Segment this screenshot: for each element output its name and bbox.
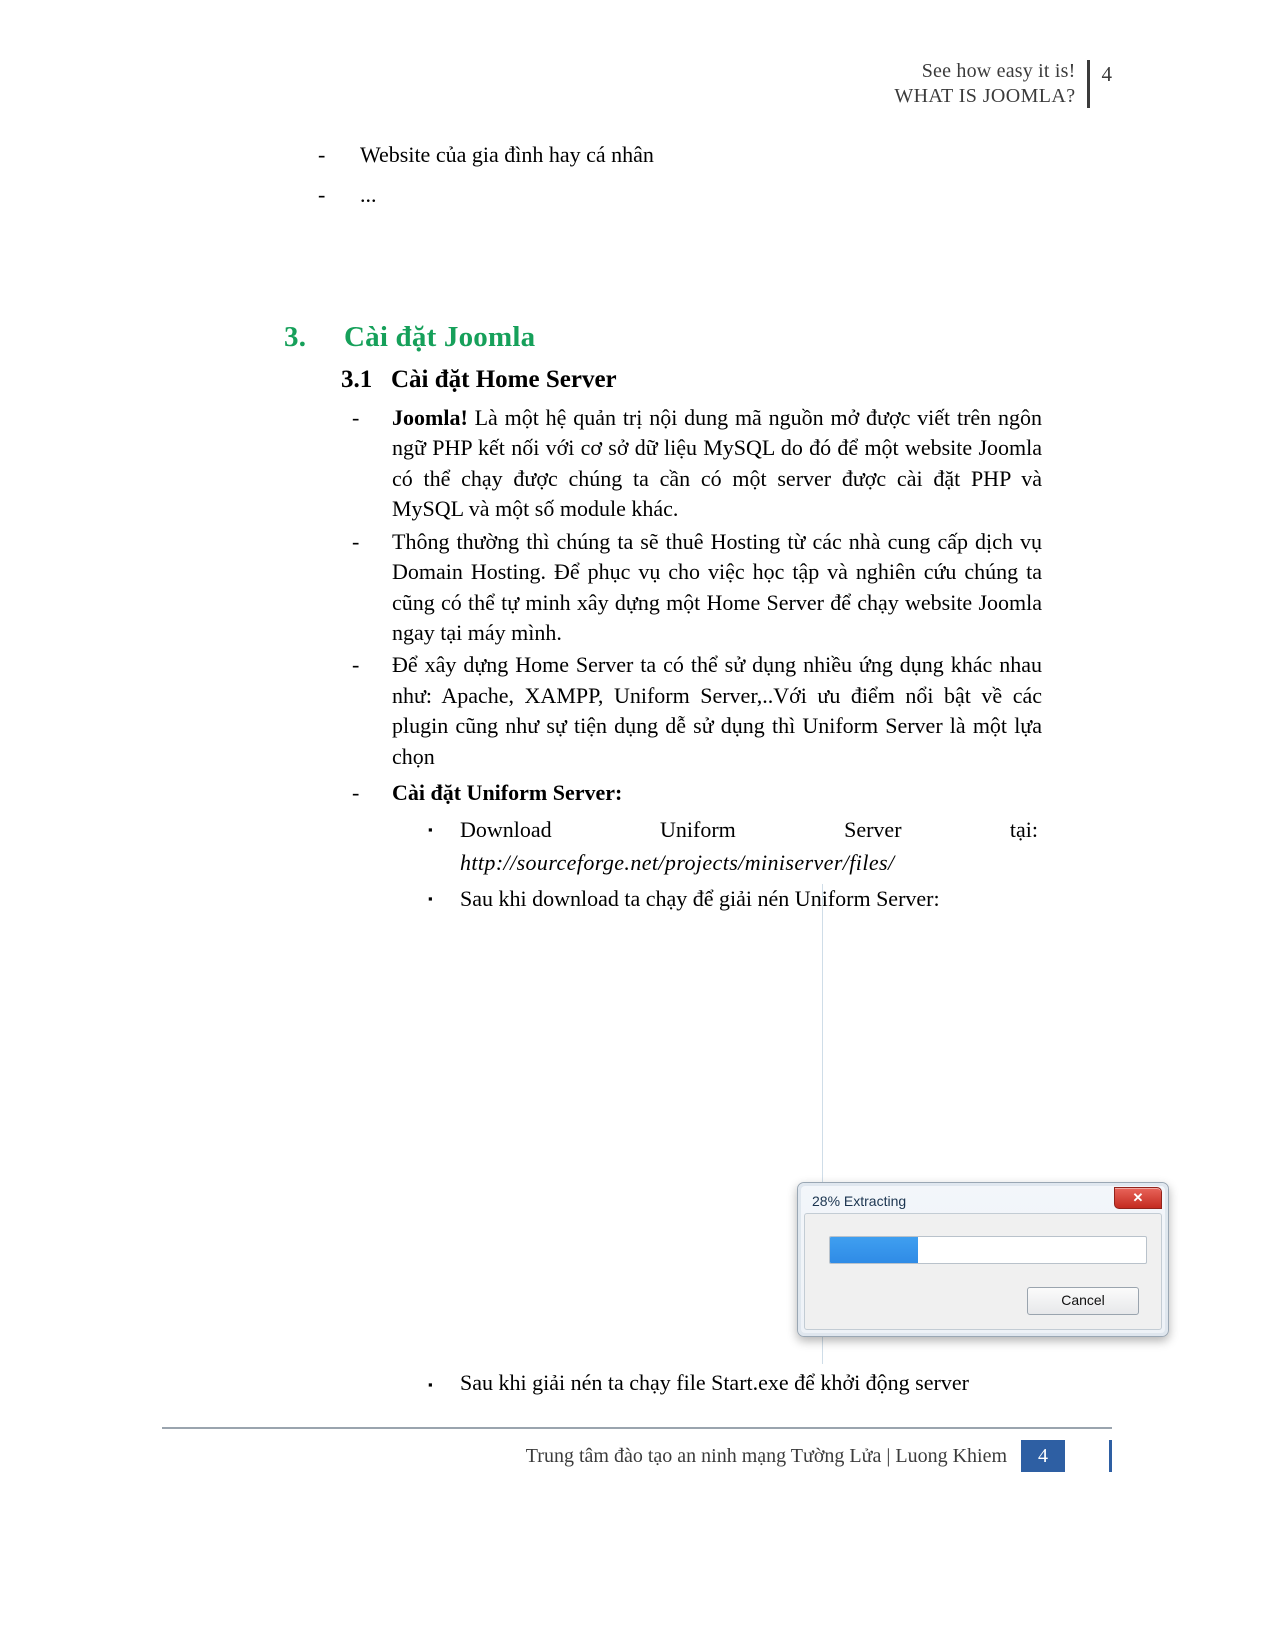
- list-item: ▪ Sau khi giải nén ta chạy file Start.ex…: [428, 1370, 1048, 1400]
- page-header: See how easy it is! WHAT IS JOOMLA? 4: [894, 60, 1113, 109]
- dash-marker: -: [352, 404, 360, 430]
- list-item-text: Sau khi giải nén ta chạy file Start.exe …: [460, 1370, 969, 1395]
- cancel-button[interactable]: Cancel: [1027, 1287, 1139, 1315]
- dash-marker: -: [352, 780, 360, 806]
- section-number: 3.: [284, 320, 307, 353]
- header-title: WHAT IS JOOMLA?: [894, 84, 1076, 107]
- footer-divider: [162, 1427, 1112, 1429]
- list-item-lead: Joomla!: [392, 404, 468, 430]
- header-page-number: 4: [1101, 62, 1113, 86]
- footer-page-number: 4: [1021, 1440, 1065, 1472]
- download-word-3: Server: [844, 816, 902, 842]
- list-item: - Thông thường thì chúng ta sẽ thuê Host…: [352, 527, 1042, 649]
- dash-marker: -: [352, 652, 360, 678]
- progress-bar: [829, 1236, 1147, 1264]
- list-item-body: Là một hệ quản trị nội dung mã nguồn mở …: [392, 404, 1042, 522]
- dash-marker: -: [352, 528, 360, 554]
- top-bullet-list: - Website của gia đình hay cá nhân - ...: [318, 140, 1018, 211]
- dash-marker: -: [318, 182, 326, 208]
- page-footer: Trung tâm đào tạo an ninh mạng Tường Lửa…: [162, 1440, 1112, 1472]
- list-item: - Để xây dựng Home Server ta có thể sử d…: [352, 650, 1042, 772]
- square-bullet-icon: ▪: [428, 821, 433, 837]
- header-tagline: See how easy it is!: [921, 60, 1076, 82]
- download-line: Download Uniform Server tại: http://sour…: [460, 815, 1038, 879]
- list-item-text: ...: [360, 182, 377, 208]
- footer-text: Trung tâm đào tạo an ninh mạng Tường Lửa…: [525, 1444, 1007, 1467]
- list-item-text: Cài đặt Uniform Server:: [392, 778, 1042, 808]
- dialog-body: Cancel: [804, 1213, 1162, 1330]
- section-heading-1: 3. Cài đặt Joomla: [284, 321, 1274, 354]
- close-icon[interactable]: ✕: [1114, 1187, 1162, 1209]
- list-item-text: Website của gia đình hay cá nhân: [360, 142, 654, 167]
- main-bullet-list: - Joomla! Là một hệ quản trị nội dung mã…: [352, 403, 1042, 809]
- subsection-title: Cài đặt Home Server: [391, 365, 617, 393]
- footer-accent-bar: [1065, 1440, 1112, 1472]
- section-heading-2: 3.1 Cài đặt Home Server: [341, 366, 1274, 394]
- square-bullet-icon: ▪: [428, 891, 433, 907]
- download-url[interactable]: http://sourceforge.net/projects/miniserv…: [460, 848, 1038, 879]
- list-item-lead: Cài đặt Uniform Server:: [392, 780, 623, 806]
- download-word-2: Uniform: [660, 816, 736, 842]
- list-item-text: Để xây dựng Home Server ta có thể sử dụn…: [392, 652, 1042, 769]
- list-item: ▪ Download Uniform Server tại: http://so…: [428, 815, 1038, 879]
- document-content: - Website của gia đình hay cá nhân - ...…: [0, 140, 1274, 915]
- extracting-dialog: 28% Extracting ✕ Cancel: [797, 1182, 1169, 1337]
- list-item: - ...: [318, 180, 1018, 210]
- list-item: - Website của gia đình hay cá nhân: [318, 140, 1018, 170]
- download-word-4: tại:: [1009, 816, 1038, 842]
- square-bullet-icon: ▪: [428, 1377, 433, 1392]
- section-title: Cài đặt Joomla: [344, 320, 536, 353]
- progress-bar-fill: [830, 1237, 919, 1263]
- download-word-1: Download: [460, 816, 552, 842]
- list-item-text: Joomla! Là một hệ quản trị nội dung mã n…: [392, 403, 1042, 525]
- header-divider: [1086, 60, 1090, 109]
- list-item: - Cài đặt Uniform Server:: [352, 778, 1042, 808]
- list-item: - Joomla! Là một hệ quản trị nội dung mã…: [352, 403, 1042, 525]
- document-page: See how easy it is! WHAT IS JOOMLA? 4 - …: [0, 0, 1274, 1649]
- subsection-number: 3.1: [341, 365, 373, 393]
- dialog-title: 28% Extracting: [812, 1193, 907, 1209]
- list-item-text: Thông thường thì chúng ta sẽ thuê Hostin…: [392, 528, 1042, 645]
- dash-marker: -: [318, 142, 326, 167]
